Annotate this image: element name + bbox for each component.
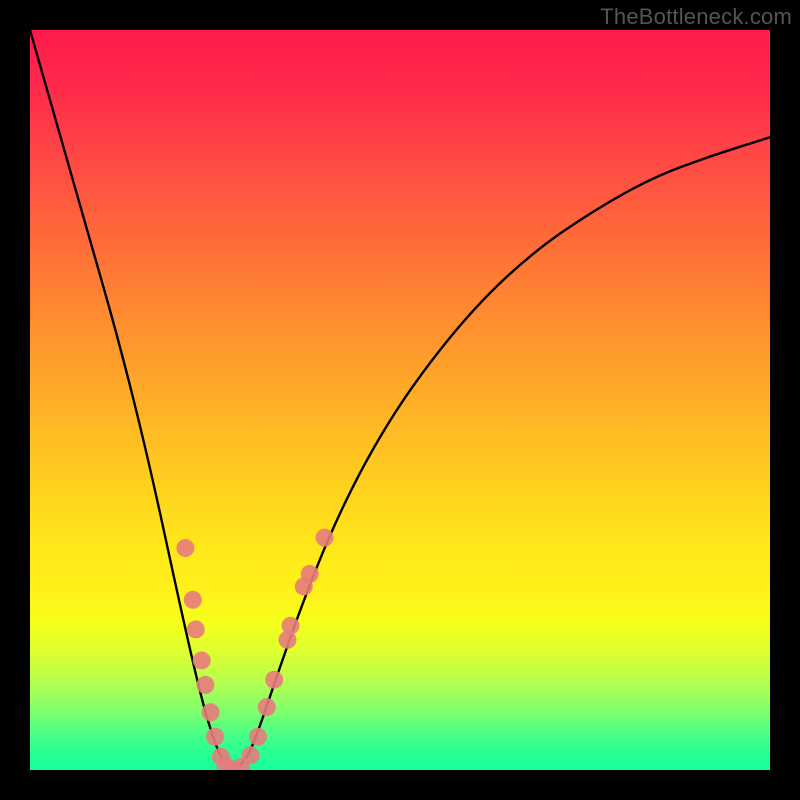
data-marker xyxy=(184,591,202,609)
data-marker xyxy=(193,651,211,669)
watermark-text: TheBottleneck.com xyxy=(600,4,792,30)
chart-svg xyxy=(30,30,770,770)
chart-frame: TheBottleneck.com xyxy=(0,0,800,800)
data-marker xyxy=(316,529,334,547)
data-marker xyxy=(242,746,260,764)
data-marker xyxy=(301,565,319,583)
data-marker xyxy=(176,539,194,557)
data-marker xyxy=(206,728,224,746)
data-marker xyxy=(249,728,267,746)
data-marker xyxy=(202,703,220,721)
bottleneck-curve xyxy=(30,30,770,768)
data-marker xyxy=(265,671,283,689)
marker-layer xyxy=(176,529,333,770)
data-marker xyxy=(187,620,205,638)
data-marker xyxy=(196,676,214,694)
data-marker xyxy=(281,617,299,635)
chart-plot-area xyxy=(30,30,770,770)
data-marker xyxy=(258,698,276,716)
curve-layer xyxy=(30,30,770,768)
